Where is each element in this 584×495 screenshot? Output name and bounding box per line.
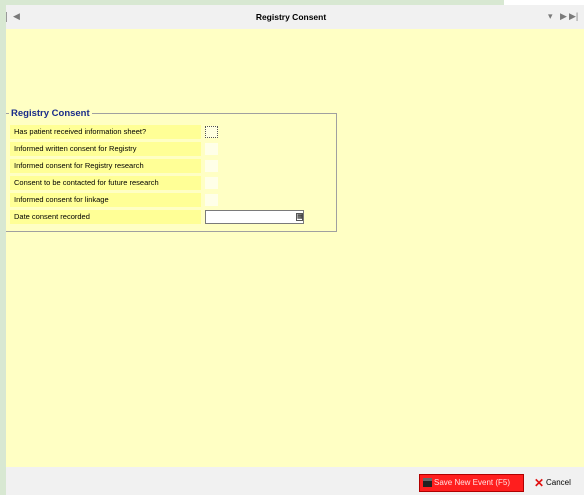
cancel-button-label: Cancel xyxy=(546,478,571,487)
nav-first-bar-icon[interactable] xyxy=(6,12,7,22)
close-icon: ✕ xyxy=(534,476,545,490)
field-label: Has patient received information sheet? xyxy=(10,125,201,139)
nav-next-icon[interactable]: ▶ xyxy=(560,11,567,22)
nav-prev-icon[interactable]: ◀ xyxy=(13,11,20,22)
cancel-button[interactable]: ✕ Cancel xyxy=(530,474,582,492)
nav-dropdown-icon[interactable]: ▾ xyxy=(548,11,553,22)
written-consent-checkbox[interactable] xyxy=(205,143,218,155)
registry-research-checkbox[interactable] xyxy=(205,160,218,172)
future-contact-checkbox[interactable] xyxy=(205,177,218,189)
floppy-disk-icon xyxy=(423,478,432,487)
field-label: Consent to be contacted for future resea… xyxy=(10,176,201,190)
page-title: Registry Consent xyxy=(255,12,327,22)
group-title: Registry Consent xyxy=(9,108,92,120)
date-consent-input[interactable] xyxy=(205,210,304,224)
linkage-checkbox[interactable] xyxy=(205,194,218,206)
calendar-icon[interactable]: ▦ xyxy=(296,213,303,221)
footer-bar: Save New Event (F5) ✕ Cancel xyxy=(6,467,584,495)
registry-consent-group: Registry Consent Has patient received in… xyxy=(6,108,337,232)
save-button-label: Save New Event (F5) xyxy=(434,478,511,487)
field-label: Informed written consent for Registry xyxy=(10,142,201,156)
nav-last-icon[interactable]: ▶| xyxy=(569,11,578,22)
information-sheet-checkbox[interactable] xyxy=(205,126,218,138)
field-label: Informed consent for Registry research xyxy=(10,159,201,173)
field-label: Date consent recorded xyxy=(10,210,201,224)
save-new-event-button[interactable]: Save New Event (F5) xyxy=(419,474,524,492)
title-bar: ◀ Registry Consent ▾ ▶ ▶| xyxy=(6,5,584,30)
form-content: Registry Consent Has patient received in… xyxy=(6,29,584,467)
field-label: Informed consent for linkage xyxy=(10,193,201,207)
